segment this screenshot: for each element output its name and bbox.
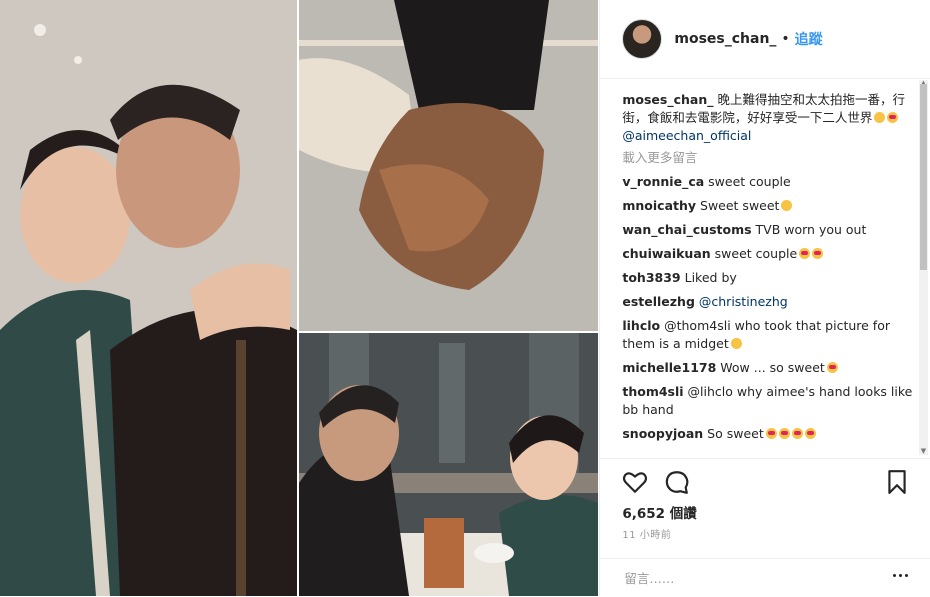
header-username[interactable]: moses_chan_ (674, 31, 776, 47)
shocked-emoji-icon (730, 338, 742, 349)
heart-eyes-emoji-icon (765, 428, 777, 439)
load-more-comments-button[interactable]: 載入更多留言 (622, 149, 912, 167)
grin-emoji-icon (874, 112, 886, 123)
heart-eyes-emoji-icon (799, 248, 811, 259)
comment-username[interactable]: thom4sli (622, 384, 683, 399)
heart-icon[interactable] (622, 469, 648, 495)
more-dot (893, 574, 897, 577)
comment-item: michelle1178 Wow ... so sweet (622, 359, 912, 377)
comment-item: estellezhg @christinezhg (622, 293, 912, 311)
post-media-collage[interactable] (0, 0, 600, 596)
couple-selfie-photo (0, 0, 297, 596)
post-caption: moses_chan_ 晚上難得抽空和太太拍拖一番，行街，食飯和去電影院，好好享… (622, 91, 912, 145)
comment-username[interactable]: wan_chai_customs (622, 222, 751, 237)
comment-text: sweet couple (714, 246, 798, 261)
grin-emoji-icon (781, 200, 793, 211)
post-actions: 6,652 個讚 11 小時前 (600, 458, 930, 559)
more-options-icon[interactable] (893, 574, 909, 577)
comment-text[interactable]: @christinezhg (699, 294, 788, 309)
comment-username[interactable]: michelle1178 (622, 360, 716, 375)
heart-eyes-emoji-icon (778, 428, 790, 439)
caption-mention[interactable]: @aimeechan_official (622, 128, 751, 143)
holding-hands-photo (299, 0, 598, 331)
post-side-panel: moses_chan_ • 追蹤 moses_chan_ 晚上難得抽空和太太拍拖… (599, 0, 930, 596)
like-count[interactable]: 6,652 個讚 (622, 502, 696, 522)
instagram-post: moses_chan_ • 追蹤 moses_chan_ 晚上難得抽空和太太拍拖… (0, 0, 930, 596)
comment-text: Wow ... so sweet (720, 360, 825, 375)
comment-text: sweet couple (708, 174, 791, 189)
comments-scrollbar[interactable]: ▲ ▼ (919, 79, 928, 455)
comment-text: Liked by (684, 270, 737, 285)
comment-username[interactable]: snoopyjoan (622, 426, 703, 441)
comment-username[interactable]: toh3839 (622, 270, 680, 285)
avatar[interactable] (622, 19, 663, 59)
scrollbar-thumb[interactable] (920, 84, 927, 270)
comment-item: thom4sli @lihclo why aimee's hand looks … (622, 383, 912, 419)
heart-eyes-emoji-icon (812, 248, 824, 259)
comment-username[interactable]: mnoicathy (622, 198, 696, 213)
caption-username[interactable]: moses_chan_ (622, 92, 713, 107)
more-dot (905, 574, 909, 577)
comment-item: wan_chai_customs TVB worn you out (622, 221, 912, 239)
heart-eyes-emoji-icon (887, 112, 899, 123)
post-header: moses_chan_ • 追蹤 (600, 0, 930, 79)
action-icons (622, 469, 690, 495)
comment-username[interactable]: lihclo (622, 318, 660, 333)
comment-username[interactable]: estellezhg (622, 294, 695, 309)
comment-item: v_ronnie_ca sweet couple (622, 173, 912, 191)
comments-list[interactable]: moses_chan_ 晚上難得抽空和太太拍拖一番，行街，食飯和去電影院，好好享… (622, 91, 912, 455)
comment-item: snoopyjoan So sweet (622, 425, 912, 443)
comment-icon[interactable] (664, 469, 690, 495)
follow-button[interactable]: 追蹤 (795, 29, 823, 49)
bookmark-icon[interactable] (886, 469, 908, 495)
post-timestamp[interactable]: 11 小時前 (622, 526, 671, 541)
cafe-selfie-photo (299, 333, 598, 596)
heart-eyes-emoji-icon (791, 428, 803, 439)
heart-eyes-emoji-icon (804, 428, 816, 439)
couple-emoji-icon (826, 362, 838, 373)
comment-text: TVB worn you out (755, 222, 867, 237)
comment-item: chuiwaikuan sweet couple (622, 245, 912, 263)
comment-item: toh3839 Liked by (622, 269, 912, 287)
comment-item: mnoicathy Sweet sweet (622, 197, 912, 215)
comment-username[interactable]: v_ronnie_ca (622, 174, 704, 189)
comment-item: lihclo @thom4sli who took that picture f… (622, 317, 912, 353)
comment-input[interactable] (622, 567, 867, 589)
more-dot (899, 574, 903, 577)
header-separator: • (781, 31, 790, 47)
add-comment-bar (600, 558, 930, 597)
comment-text: So sweet (707, 426, 764, 441)
scroll-down-arrow-icon[interactable]: ▼ (919, 447, 928, 455)
comment-username[interactable]: chuiwaikuan (622, 246, 710, 261)
comment-text: Sweet sweet (700, 198, 780, 213)
comment-text: @thom4sli who took that picture for them… (622, 318, 890, 351)
